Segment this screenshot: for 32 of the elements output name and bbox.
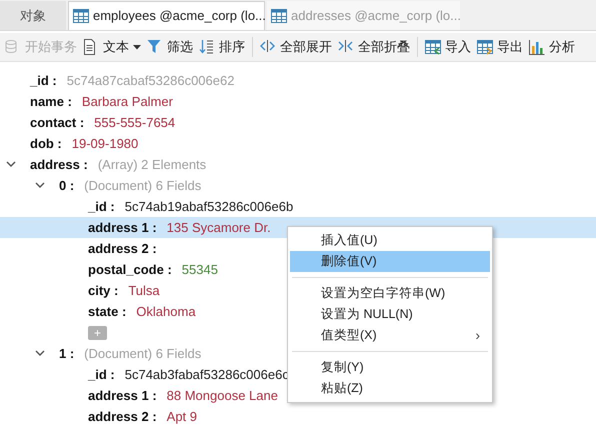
field-key: address 2 : bbox=[88, 238, 157, 258]
field-value: 5c74a87cabaf53286c006e62 bbox=[66, 72, 234, 90]
field-value: Barbara Palmer bbox=[82, 92, 173, 111]
field-key: name : bbox=[30, 92, 72, 112]
field-key: _id : bbox=[88, 196, 115, 216]
field-value: (Array) 2 Elements bbox=[98, 156, 206, 174]
field-value: Apt 9 bbox=[166, 408, 198, 426]
field-key: address 1 : bbox=[88, 386, 157, 406]
field-key: _id : bbox=[30, 70, 57, 90]
field-key: city : bbox=[88, 280, 118, 300]
field-key: _id : bbox=[88, 364, 115, 384]
field-key: 0 : bbox=[59, 176, 74, 196]
field-value: 5c74ab19abaf53286c006e6b bbox=[124, 198, 294, 216]
field-value: 88 Mongoose Lane bbox=[166, 386, 278, 405]
submenu-arrow: › bbox=[475, 326, 480, 345]
field-value: 135 Sycamore Dr. bbox=[166, 218, 271, 237]
field-value: Tulsa bbox=[128, 282, 160, 300]
field-value: 555-555-7654 bbox=[94, 114, 176, 132]
field-key: address 2 : bbox=[88, 406, 157, 426]
field-value: (Document) 6 Fields bbox=[84, 176, 202, 195]
field-value: 19-09-1980 bbox=[72, 134, 138, 153]
field-value: 5c74ab3fabaf53286c006e6c bbox=[124, 366, 289, 384]
field-value: (Document) 6 Fields bbox=[84, 344, 202, 363]
field-key: contact : bbox=[30, 112, 84, 132]
field-key: postal_code : bbox=[88, 260, 172, 280]
field-key: dob : bbox=[30, 134, 62, 154]
field-key: 1 : bbox=[59, 344, 74, 364]
field-key: state : bbox=[88, 302, 126, 322]
field-value: 55345 bbox=[182, 260, 218, 279]
field-key: address 1 : bbox=[88, 218, 157, 238]
field-key: address : bbox=[30, 154, 88, 174]
field-value: Oklahoma bbox=[136, 302, 196, 321]
